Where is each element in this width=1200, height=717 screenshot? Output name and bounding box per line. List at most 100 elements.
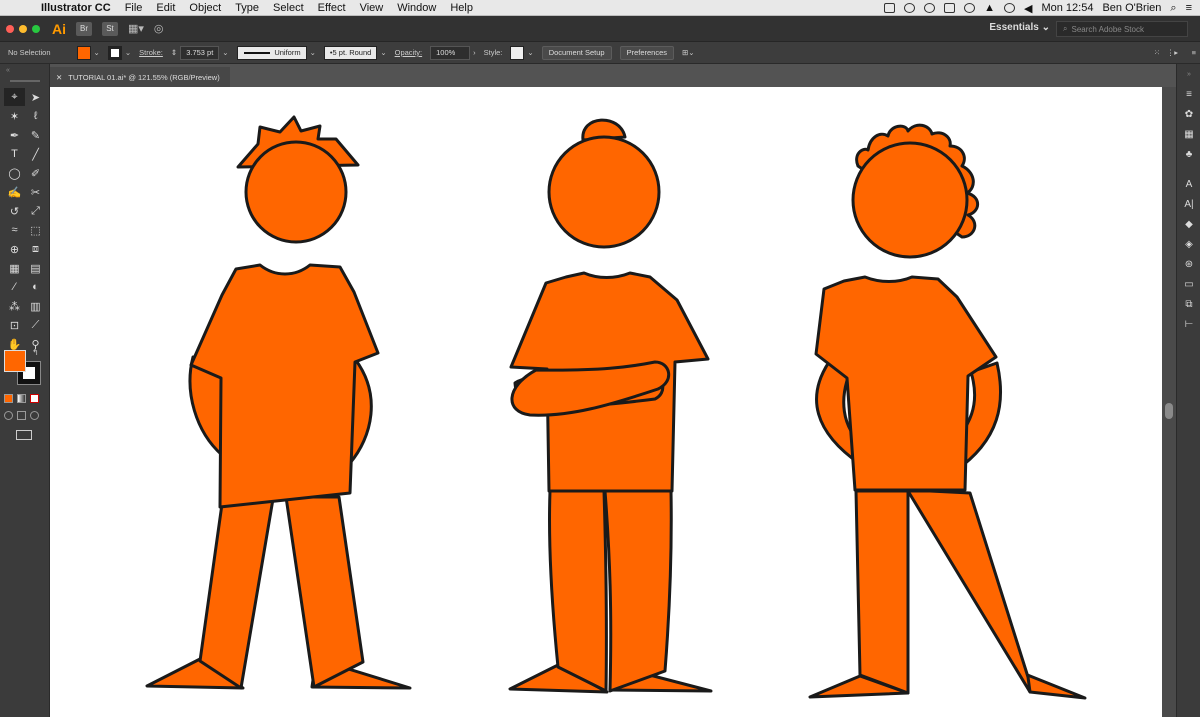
appearance-panel-icon[interactable]: ◆ <box>1177 214 1200 234</box>
preferences-button[interactable]: Preferences <box>619 45 674 60</box>
selection-tool[interactable]: ⌖ <box>4 88 25 106</box>
free-transform-tool[interactable]: ⬚ <box>25 221 46 239</box>
workspace-switcher[interactable]: Essentials ⌄ <box>989 22 1050 33</box>
slice-tool[interactable]: ⟋ <box>25 316 46 334</box>
figure-1-left-leg[interactable] <box>198 497 275 690</box>
figure-1-head[interactable] <box>244 140 348 244</box>
perspective-tool[interactable]: ⧈ <box>25 240 46 258</box>
mesh-tool[interactable]: ▦ <box>4 259 25 277</box>
stroke-swatch[interactable] <box>107 45 122 60</box>
blend-tool[interactable]: ◐ <box>25 278 46 296</box>
opacity-field[interactable]: 100% › <box>430 45 476 60</box>
sync-icon[interactable] <box>924 3 936 13</box>
arrange-icon[interactable]: ⊞⌄ <box>682 48 695 57</box>
fill-swatch[interactable] <box>76 45 91 60</box>
variable-width-profile[interactable]: Uniform ⌄ <box>236 45 316 60</box>
zoom-window-button[interactable] <box>32 24 40 33</box>
glyphs-panel-icon[interactable]: A| <box>1177 194 1200 214</box>
stroke-weight-value[interactable]: 3.753 pt <box>180 45 220 60</box>
draw-inside-icon[interactable] <box>30 411 39 420</box>
isolate-icon[interactable]: ⁙ <box>1154 48 1160 57</box>
figure-1-right-leg[interactable] <box>284 495 365 689</box>
artboard-tool[interactable]: ⊡ <box>4 316 25 334</box>
opacity-label[interactable]: Opacity: <box>395 48 423 57</box>
stroke-weight-field[interactable]: ⇕ 3.753 pt ⌄ <box>171 45 229 60</box>
pen-tool[interactable]: ✒ <box>4 126 25 144</box>
stock-button[interactable]: St <box>102 21 118 36</box>
swatches-panel-icon[interactable]: ▦ <box>1177 124 1200 144</box>
brush-dropdown[interactable]: • 5 pt. Round <box>323 45 378 60</box>
none-mode-icon[interactable] <box>30 394 39 403</box>
bridge-button[interactable]: Br <box>76 21 92 36</box>
eyedropper-tool[interactable]: ⁄ <box>4 278 25 296</box>
scrollbar-thumb[interactable] <box>1165 403 1173 419</box>
stock-search-field[interactable]: ⌕ Search Adobe Stock <box>1056 21 1188 37</box>
shape-builder-tool[interactable]: ⊕ <box>4 240 25 258</box>
swap-fill-stroke-icon[interactable]: ↰ <box>32 348 39 357</box>
curvature-tool[interactable]: ✎ <box>25 126 46 144</box>
libraries-panel-icon[interactable]: ⊛ <box>1177 254 1200 274</box>
figure-3[interactable] <box>808 123 1087 700</box>
align-panel-icon-dock[interactable]: ⊢ <box>1177 314 1200 334</box>
line-tool[interactable]: ╱ <box>25 145 46 163</box>
profile-dropdown[interactable]: Uniform <box>236 45 307 60</box>
spotlight-search-icon[interactable]: ⌕ <box>1170 2 1176 15</box>
draw-behind-icon[interactable] <box>17 411 26 420</box>
figure-2-head[interactable] <box>547 135 661 249</box>
artboard-canvas[interactable] <box>50 87 1162 717</box>
stroke-label[interactable]: Stroke: <box>139 48 163 57</box>
minimize-window-button[interactable] <box>19 24 27 33</box>
gradient-mode-icon[interactable] <box>17 394 26 403</box>
character-panel-icon[interactable]: A <box>1177 174 1200 194</box>
close-window-button[interactable] <box>6 24 14 33</box>
symbols-panel-icon[interactable]: ♣ <box>1177 144 1200 164</box>
document-tab[interactable]: ✕ TUTORIAL 01.ai* @ 121.55% (RGB/Preview… <box>50 67 230 87</box>
brush-definition[interactable]: • 5 pt. Round ⌄ <box>323 45 387 60</box>
figure-2[interactable] <box>508 118 713 694</box>
figure-2-left-leg[interactable] <box>547 489 608 693</box>
color-mode-icon[interactable] <box>4 394 13 403</box>
tools-grip[interactable] <box>9 80 40 82</box>
monitor-icon[interactable] <box>884 3 896 13</box>
gradient-tool[interactable]: ▤ <box>25 259 46 277</box>
figure-3-head[interactable] <box>851 141 969 259</box>
menu-type[interactable]: Type <box>228 2 266 14</box>
scale-tool[interactable]: ⤢ <box>25 202 46 220</box>
graphic-style-swatch[interactable] <box>510 45 525 60</box>
close-tab-icon[interactable]: ✕ <box>56 73 62 82</box>
menubar-clock[interactable]: Mon 12:54 <box>1041 2 1093 14</box>
ellipse-tool[interactable]: ◯ <box>4 164 25 182</box>
align-panel-icon[interactable]: ⋮▸ <box>1167 48 1178 57</box>
screen-mode-icon[interactable] <box>16 430 32 440</box>
symbol-sprayer-tool[interactable]: ⁂ <box>4 297 25 315</box>
dock-collapse-icon[interactable]: » <box>1177 64 1200 84</box>
creative-cloud-icon[interactable] <box>904 3 916 13</box>
fill-color-control[interactable]: ⌄ <box>76 45 100 60</box>
menu-help[interactable]: Help <box>443 2 480 14</box>
vertical-scrollbar[interactable] <box>1162 87 1176 717</box>
gpu-performance-icon[interactable]: ◎ <box>154 22 164 35</box>
battery-icon[interactable] <box>944 3 956 13</box>
arrange-documents-icon[interactable]: ▦▾ <box>128 22 144 35</box>
document-setup-button[interactable]: Document Setup <box>541 45 612 60</box>
panel-menu-icon[interactable]: ≡ <box>1177 84 1200 104</box>
color-panel-icon[interactable]: ▭ <box>1177 274 1200 294</box>
figure-3-left-leg[interactable] <box>854 489 910 695</box>
graph-tool[interactable]: ▥ <box>25 297 46 315</box>
figure-2-right-leg[interactable] <box>603 489 673 693</box>
direct-selection-tool[interactable]: ➤ <box>25 88 46 106</box>
brushes-panel-icon[interactable]: ✿ <box>1177 104 1200 124</box>
time-machine-icon[interactable] <box>964 3 976 13</box>
scissors-tool[interactable]: ✂ <box>25 183 46 201</box>
volume-icon[interactable]: ◀ <box>1024 2 1032 15</box>
control-bar-menu-icon[interactable]: ≡ <box>1192 48 1196 57</box>
fill-color-box[interactable] <box>4 350 26 372</box>
draw-normal-icon[interactable] <box>4 411 13 420</box>
menu-edit[interactable]: Edit <box>149 2 182 14</box>
type-tool[interactable]: T <box>4 145 25 163</box>
figure-1[interactable] <box>145 115 412 690</box>
tools-collapse-icon[interactable]: « <box>0 64 49 74</box>
figure-3-right-leg[interactable] <box>906 489 1032 694</box>
stroke-color-control[interactable]: ⌄ <box>107 45 131 60</box>
eject-icon[interactable]: ▲ <box>984 2 995 14</box>
